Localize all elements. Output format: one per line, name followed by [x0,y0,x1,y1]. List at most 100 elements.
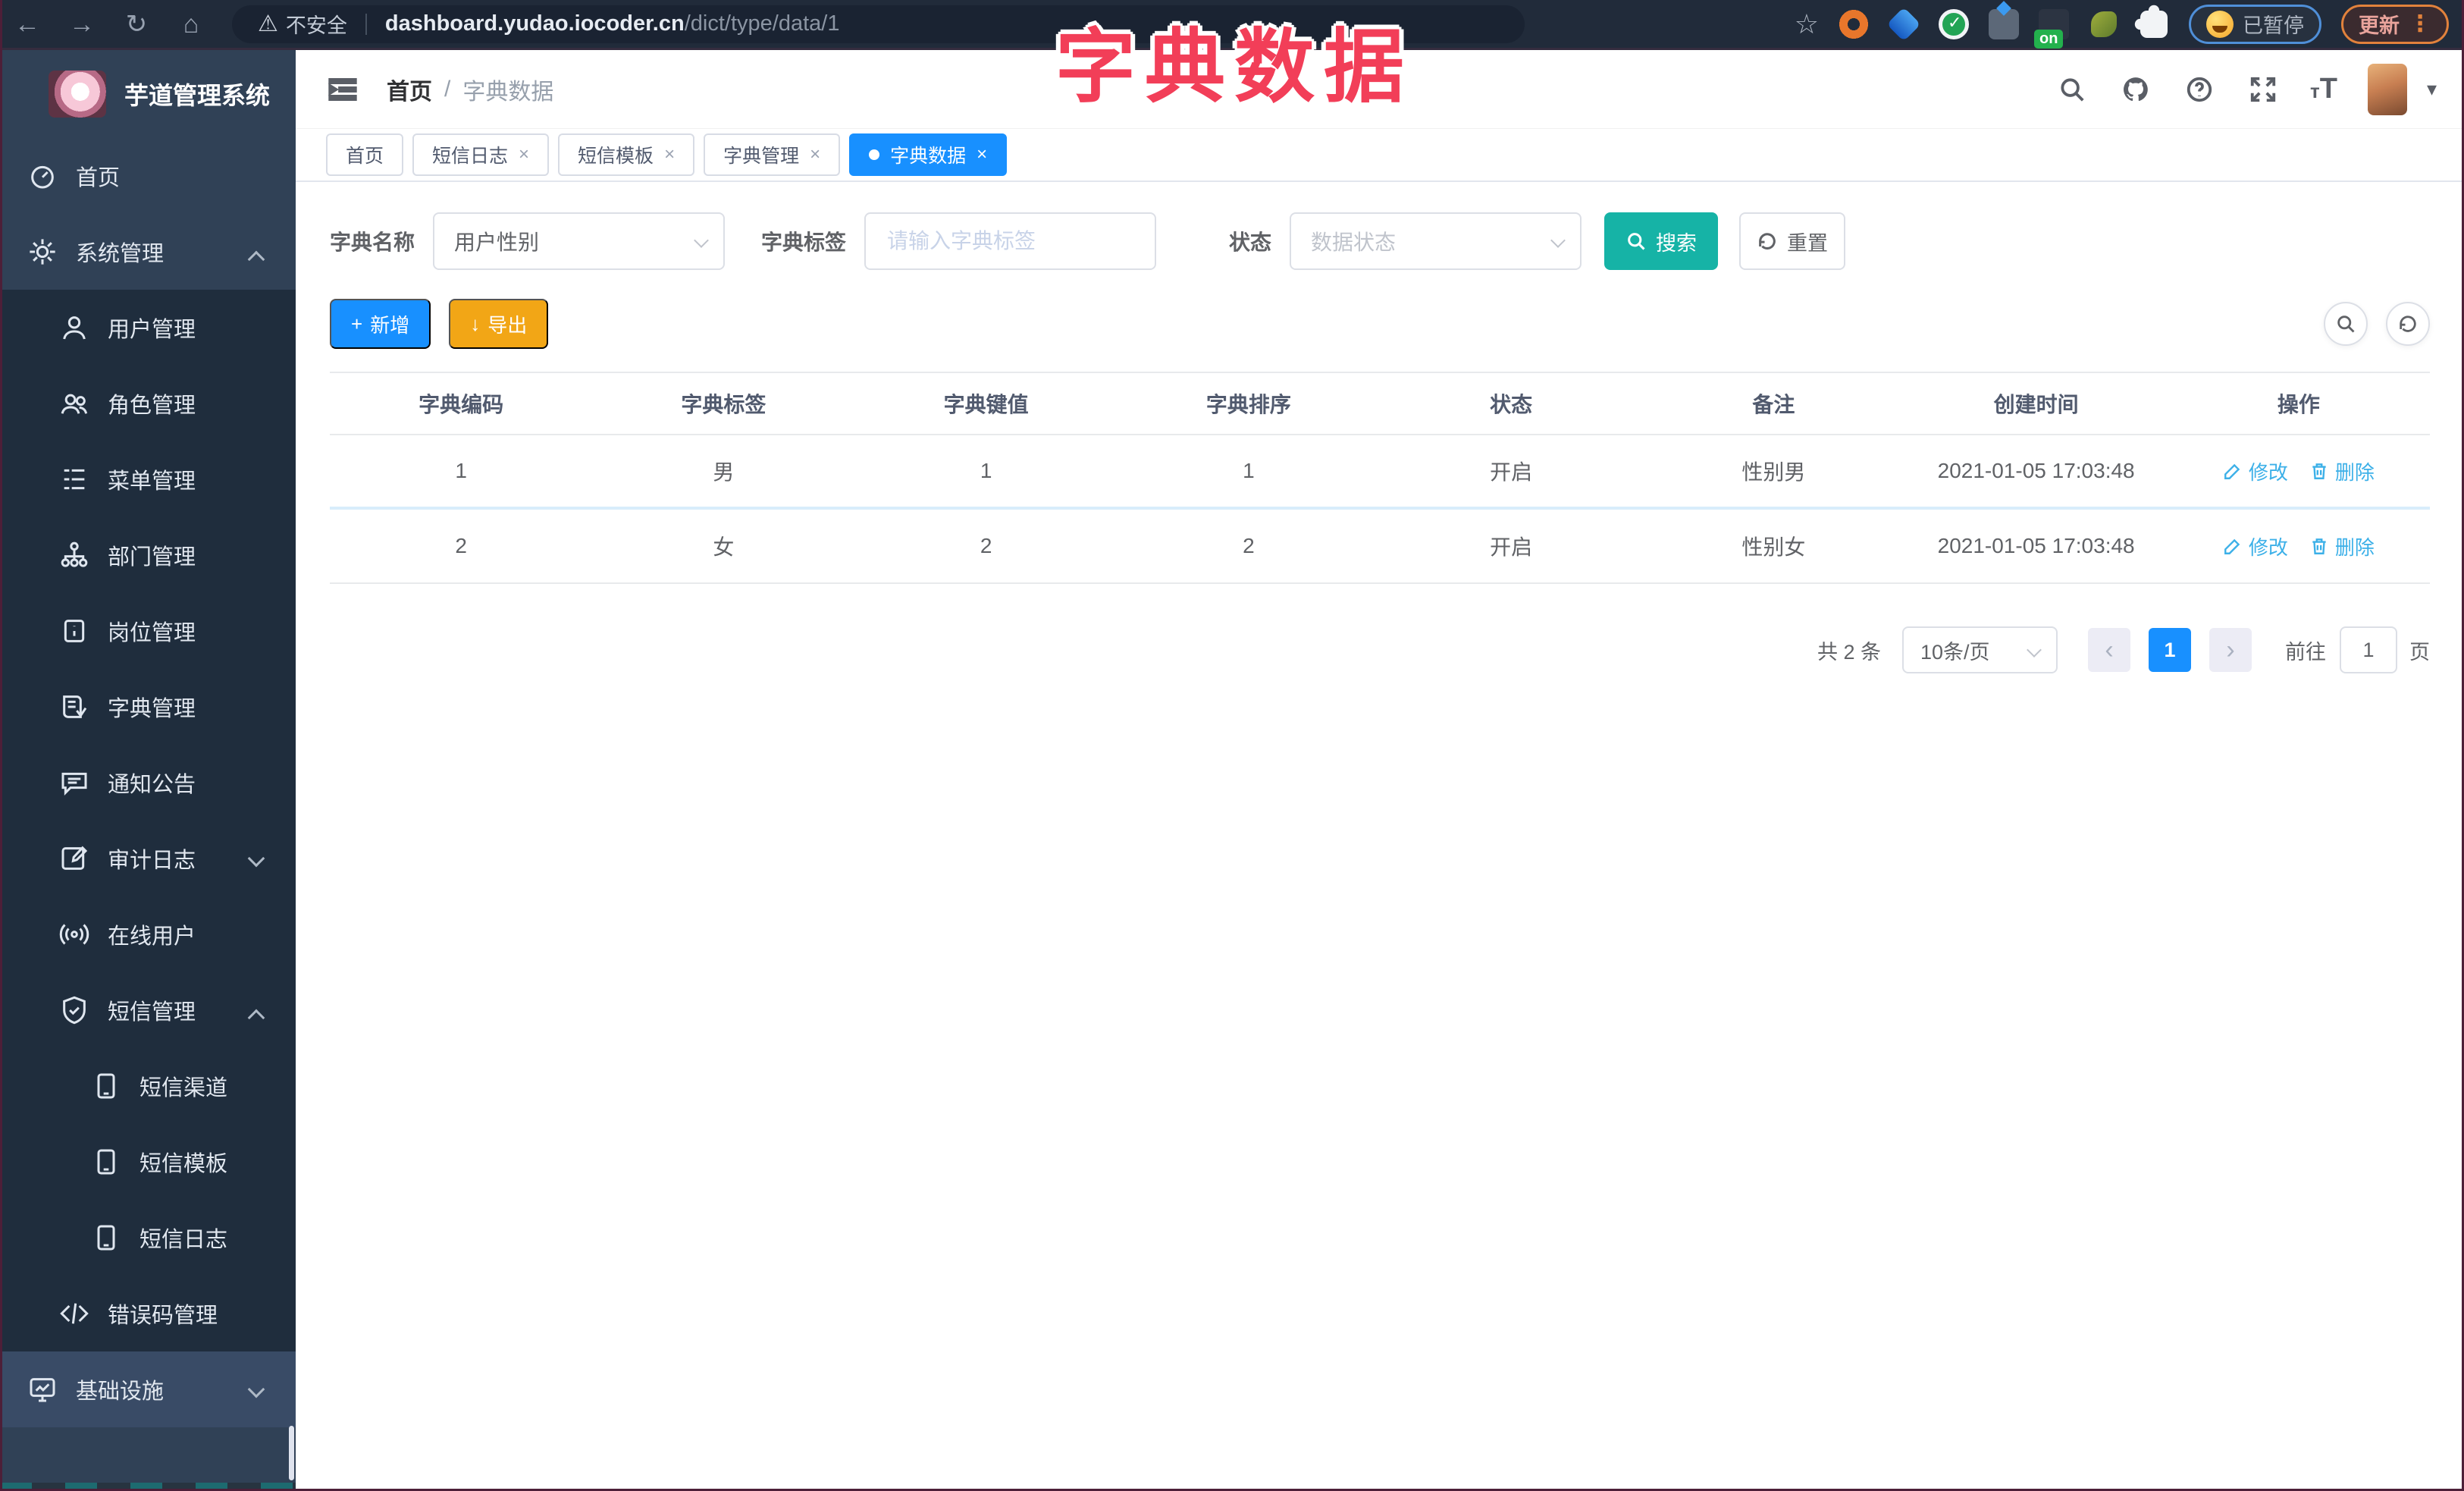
profile-avatar-emoji [2206,10,2234,38]
edit-link[interactable]: 修改 [2223,532,2288,560]
extensions-puzzle-icon[interactable] [2134,5,2168,38]
browser-menu-dots-icon[interactable]: ⋮ [2409,11,2431,37]
browser-back-icon[interactable]: ← [0,2,55,47]
warning-icon: ⚠ [258,11,278,36]
window-border-left [0,0,2,1491]
page-unit-label: 页 [2409,640,2430,664]
sidebar-item-sms-template[interactable]: 短信模板 [0,1124,296,1200]
not-secure-warning[interactable]: ⚠ 不安全 [258,9,347,39]
page-number-1[interactable]: 1 [2149,628,2191,672]
breadcrumb-home[interactable]: 首页 [387,73,432,106]
table-header-row: 字典编码 字典标签 字典键值 字典排序 状态 备注 创建时间 操作 [330,372,2430,435]
delete-link[interactable]: 删除 [2309,532,2375,560]
chevron-up-icon [247,1009,265,1027]
sidebar-item-role-mgmt[interactable]: 角色管理 [0,366,296,441]
close-icon[interactable]: × [519,144,529,165]
refresh-button[interactable] [2386,302,2430,346]
extension-sliders-icon[interactable] [1989,8,2019,39]
search-icon[interactable] [2055,73,2089,106]
search-button[interactable]: 搜索 [1604,212,1719,270]
status-select[interactable]: 数据状态 [1290,212,1582,270]
page-content: 字典名称 用户性别 字典标签 状态 数据状态 搜索 [296,182,2464,673]
sidebar-item-system-mgmt[interactable]: 系统管理 [0,214,296,290]
goto-page-input[interactable] [2340,626,2397,673]
reset-button[interactable]: 重置 [1739,212,1846,270]
export-button[interactable]: ↓ 导出 [449,299,549,349]
sidebar-item-infrastructure[interactable]: 基础设施 [0,1351,296,1427]
chevron-down-icon [247,849,265,868]
sidebar-item-sms-mgmt[interactable]: 短信管理 [0,972,296,1048]
bookmark-star-icon[interactable]: ☆ [1795,8,1819,40]
extension-adblock-icon[interactable] [1839,8,1869,39]
filter-form: 字典名称 用户性别 字典标签 状态 数据状态 搜索 [330,212,2430,270]
annotation-overlay-title: 字典数据 [1055,23,1413,112]
download-icon: ↓ [470,312,481,335]
close-icon[interactable]: × [977,144,987,165]
sidebar-item-user-mgmt[interactable]: 用户管理 [0,290,296,366]
chevron-down-icon [1550,233,1566,248]
table-toolbar: + 新增 ↓ 导出 [330,299,2430,349]
user-avatar[interactable] [2367,63,2407,115]
next-page-button[interactable]: › [2209,628,2252,672]
sidebar-item-sms-channel[interactable]: 短信渠道 [0,1048,296,1124]
extension-switch-icon[interactable]: on [2034,8,2069,49]
app-logo [49,71,106,118]
post-icon [58,614,91,648]
tab-dict-data[interactable]: 字典数据 × [849,133,1008,176]
prev-page-button[interactable]: ‹ [2088,628,2130,672]
table-row: 2 女 2 2 开启 性别女 2021-01-05 17:03:48 修改 删除 [330,510,2430,584]
shield-check-icon [58,993,91,1027]
page-size-select[interactable]: 10条/页 [1902,626,2058,673]
browser-home-icon[interactable]: ⌂ [164,2,218,47]
add-button[interactable]: + 新增 [330,299,431,349]
main-area: 首页 / 字典数据 тT ▾ 首页 短信日志 × 短信模板 × 字典管理 × 字… [296,50,2464,1491]
browser-reload-icon[interactable]: ↻ [109,2,164,47]
tab-home[interactable]: 首页 [326,133,404,176]
close-icon[interactable]: × [664,144,675,165]
extension-gem-icon[interactable] [1886,6,1921,42]
tab-sms-log[interactable]: 短信日志 × [412,133,550,176]
pagination-total: 共 2 条 [1817,640,1881,664]
sidebar-item-notice[interactable]: 通知公告 [0,745,296,821]
dict-label-label: 字典标签 [761,231,847,254]
url-divider [365,13,367,35]
toggle-search-button[interactable] [2323,302,2368,346]
tag-view-bar: 首页 短信日志 × 短信模板 × 字典管理 × 字典数据 × [296,129,2464,182]
browser-update-button[interactable]: 更新 ⋮ [2341,4,2449,44]
online-user-icon [58,918,91,951]
sidebar-fold-icon[interactable] [326,73,359,106]
audit-log-icon [58,842,91,875]
extension-check-icon[interactable] [1939,8,1969,39]
tab-sms-template[interactable]: 短信模板 × [558,133,695,176]
sidebar-item-dict-mgmt[interactable]: 字典管理 [0,669,296,745]
font-size-icon[interactable]: тT [2310,73,2337,105]
sidebar-item-sms-log[interactable]: 短信日志 [0,1200,296,1276]
sidebar-item-dept-mgmt[interactable]: 部门管理 [0,517,296,593]
dict-name-select[interactable]: 用户性别 [433,212,726,270]
sidebar-item-home[interactable]: 首页 [0,138,296,214]
table-row: 1 男 1 1 开启 性别男 2021-01-05 17:03:48 修改 删除 [330,435,2430,510]
sidebar-item-audit-log[interactable]: 审计日志 [0,821,296,896]
app-logo-row[interactable]: 芋道管理系统 [0,50,296,138]
close-icon[interactable]: × [810,144,820,165]
sidebar-item-post-mgmt[interactable]: 岗位管理 [0,593,296,669]
breadcrumb-current: 字典数据 [462,79,554,105]
sidebar: 芋道管理系统 首页 系统管理 用户管理 角色管理 菜单管理 部门管理 岗位管理 … [0,50,296,1491]
sidebar-item-online-users[interactable]: 在线用户 [0,896,296,972]
sidebar-item-error-code[interactable]: 错误码管理 [0,1276,296,1351]
tab-dict-mgmt[interactable]: 字典管理 × [704,133,841,176]
goto-label: 前往 [2285,640,2326,664]
profile-paused-pill[interactable]: 已暂停 [2189,4,2321,44]
edit-link[interactable]: 修改 [2223,457,2288,485]
sidebar-scrollbar[interactable] [289,1426,294,1480]
extension-leaf-icon[interactable] [2091,11,2117,37]
dict-label-input[interactable] [886,228,1136,254]
avatar-caret-icon[interactable]: ▾ [2427,77,2437,101]
browser-forward-icon[interactable]: → [55,2,109,47]
status-label: 状态 [1229,231,1272,254]
help-icon[interactable] [2183,73,2216,106]
sidebar-item-menu-mgmt[interactable]: 菜单管理 [0,441,296,517]
github-icon[interactable] [2119,73,2152,106]
fullscreen-icon[interactable] [2246,73,2280,106]
delete-link[interactable]: 删除 [2309,457,2375,485]
